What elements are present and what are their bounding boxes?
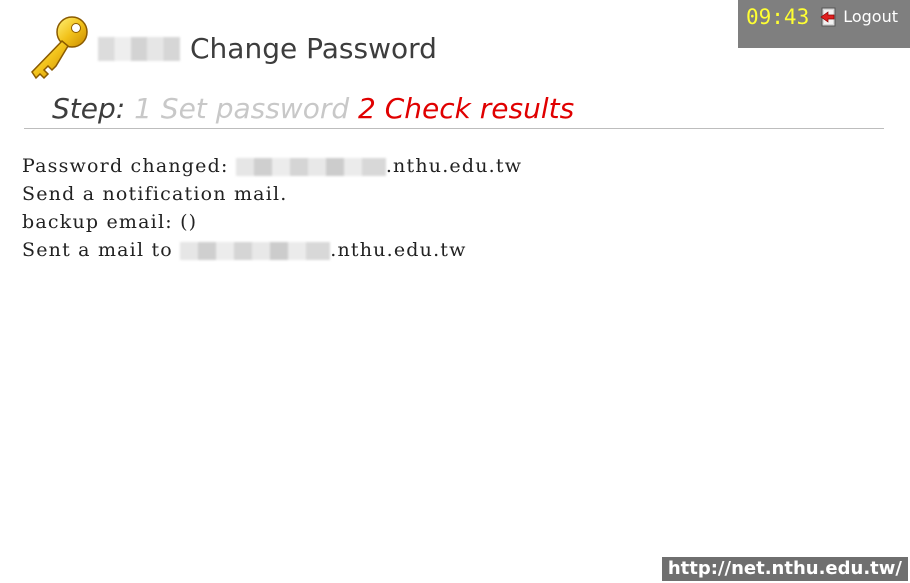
result-line-mail-sent: Sent a mail to .nthu.edu.tw [22,239,467,261]
page-title: Change Password [190,31,437,65]
result-line-notification: Send a notification mail. [22,183,288,205]
logout-label: Logout [843,7,898,26]
page-header: Change Password [24,12,437,84]
step-indicator: Step: 1 Set password 2 Check results [52,92,574,125]
top-status-bar: 09:43 Logout [738,0,910,48]
step-set-password: 1 Set password [134,92,350,125]
divider [24,128,884,129]
step-check-results: 2 Check results [358,92,575,125]
key-icon [24,12,94,84]
result-line-backup-email: backup email: () [22,211,198,233]
step-label: Step: [52,92,126,125]
footer-link[interactable]: http://net.nthu.edu.tw/ [661,557,908,581]
email-redacted [180,242,331,260]
result-line-password-changed: Password changed: .nthu.edu.tw [22,155,523,177]
session-clock: 09:43 [746,5,810,29]
logout-door-icon [819,6,841,28]
email-redacted [235,158,386,176]
username-redacted [98,37,180,61]
result-messages: Password changed: .nthu.edu.tw Send a no… [22,152,522,264]
logout-button[interactable]: Logout [819,6,898,28]
